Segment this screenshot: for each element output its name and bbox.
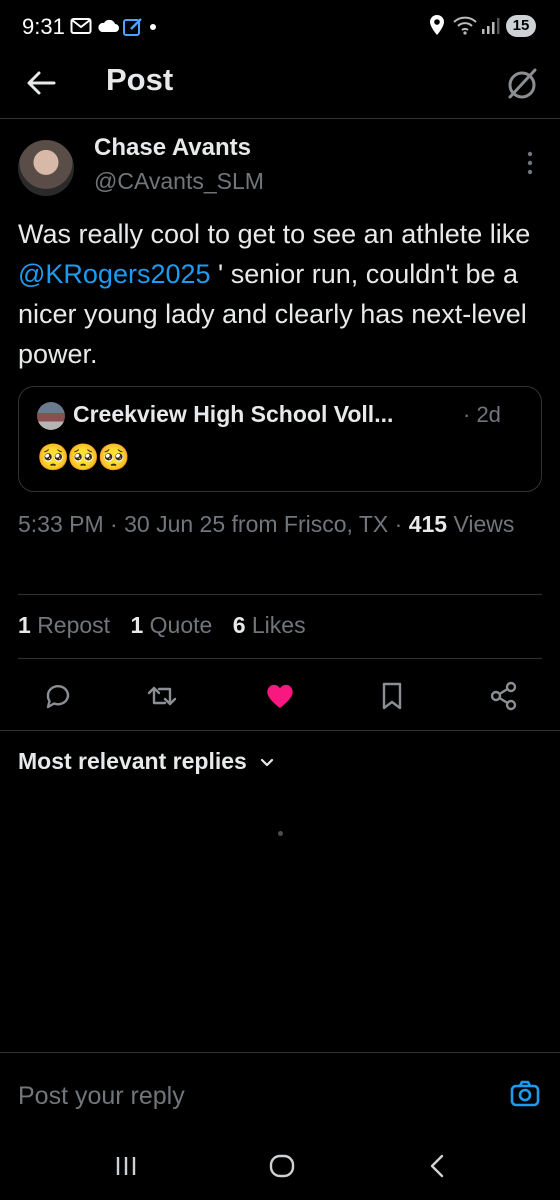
likes-stat[interactable]: 6 Likes (233, 612, 306, 638)
author-name[interactable]: Chase Avants (94, 134, 251, 162)
more-options-icon[interactable] (522, 150, 538, 176)
mention-link[interactable]: @KRogers2025 (18, 259, 211, 289)
like-heart-icon[interactable] (262, 678, 298, 714)
wifi-icon (453, 16, 477, 35)
signal-icon (482, 18, 500, 34)
share-icon[interactable] (486, 678, 522, 714)
header-divider (0, 118, 560, 119)
quoted-post-card[interactable]: Creekview High School Voll... · 2d 🥺🥺🥺 (18, 386, 542, 492)
likes-count: 6 (232, 612, 246, 638)
mail-icon (70, 18, 92, 34)
status-bar: 9:31 15 (0, 0, 560, 52)
edit-icon (123, 18, 142, 36)
stats-divider (18, 658, 542, 659)
notification-dot-icon (150, 24, 156, 30)
home-icon[interactable] (264, 1148, 300, 1184)
post-meta: 5:33 PM · 30 Jun 25 from Frisco, TX · 41… (18, 506, 542, 542)
camera-icon[interactable] (510, 1079, 540, 1109)
chevron-down-icon (261, 758, 274, 767)
battery-badge: 15 (506, 15, 536, 37)
reply-input[interactable] (18, 1078, 468, 1114)
quoted-post-avatar (37, 402, 65, 430)
reposts-count: 1 (18, 612, 31, 638)
grok-icon[interactable] (504, 66, 540, 102)
repost-icon[interactable] (144, 678, 180, 714)
reposts-stat[interactable]: 1 Repost (18, 612, 110, 638)
page-title: Post (106, 62, 174, 97)
location-icon (430, 15, 444, 35)
replies-sort-dropdown[interactable]: Most relevant replies (18, 748, 275, 775)
engagement-stats: 1 Repost 1 Quote 6 Likes (18, 612, 320, 639)
quotes-stat[interactable]: 1 Quote (130, 612, 212, 638)
reply-icon[interactable] (40, 678, 76, 714)
post-text: Was really cool to get to see an athlete… (18, 214, 542, 374)
header: Post (0, 52, 560, 112)
back-nav-icon[interactable] (420, 1148, 456, 1184)
quotes-count: 1 (130, 612, 144, 638)
reposts-label: Repost (37, 612, 111, 638)
quoted-post-text: 🥺🥺🥺 (37, 442, 130, 472)
quoted-post-author: Creekview High School Voll... (73, 401, 394, 427)
quoted-post-time: · 2d (463, 402, 501, 427)
views-count: 415 (408, 511, 448, 537)
bookmark-icon[interactable] (374, 678, 410, 714)
back-button[interactable] (24, 66, 58, 100)
author-handle[interactable]: @CAvants_SLM (94, 168, 264, 195)
views-label: Views (447, 511, 515, 537)
quotes-label: Quote (149, 612, 213, 638)
likes-label: Likes (251, 612, 306, 638)
meta-divider (18, 594, 542, 595)
status-time: 9:31 (22, 14, 65, 39)
post-text-start: Was really cool to get to see an athlete… (18, 219, 531, 249)
cloud-icon (98, 19, 119, 32)
actions-divider (0, 730, 560, 731)
post-timestamp: 5:33 PM · 30 Jun 25 from Frisco, TX · (18, 511, 409, 537)
loading-indicator (278, 831, 283, 836)
composer-divider (0, 1052, 560, 1053)
author-avatar[interactable] (18, 140, 74, 196)
replies-sort-label: Most relevant replies (18, 748, 247, 774)
recent-apps-icon[interactable] (108, 1148, 144, 1184)
